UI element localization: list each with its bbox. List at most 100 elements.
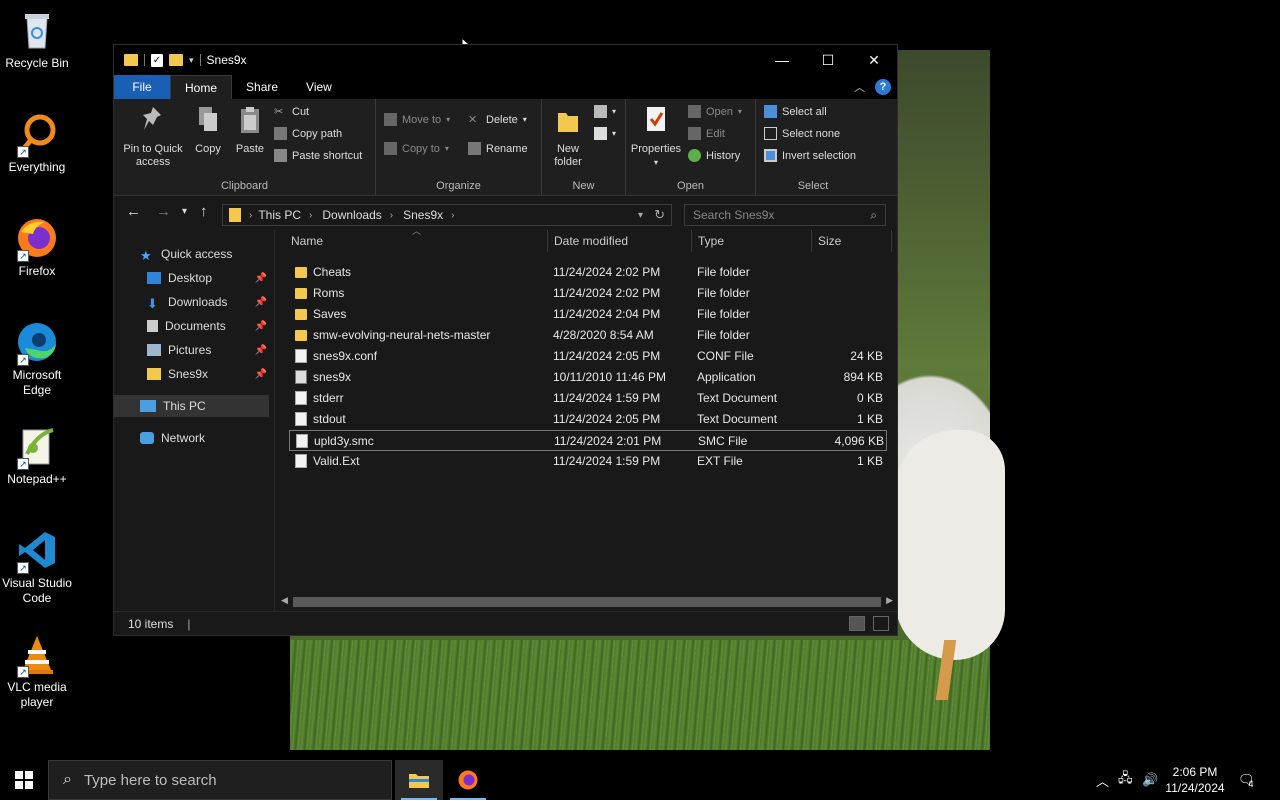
taskbar-file-explorer[interactable]	[395, 760, 443, 800]
tab-share[interactable]: Share	[232, 75, 292, 99]
search-box[interactable]: Search Snes9x ⌕	[684, 204, 886, 226]
history-button[interactable]: History	[688, 149, 740, 162]
breadcrumb-snes9x[interactable]: Snes9x	[403, 208, 443, 222]
pin-icon[interactable]: 📌	[255, 297, 267, 308]
action-center-button[interactable]: 🗨 4	[1238, 760, 1255, 800]
collapse-ribbon-icon[interactable]: ︿	[854, 79, 865, 95]
taskbar-search-box[interactable]: ⌕ Type here to search	[48, 760, 392, 800]
pin-icon[interactable]: 📌	[255, 369, 267, 380]
delete-button[interactable]: ✕ Delete ▾	[468, 113, 527, 127]
invert-selection-button[interactable]: Invert selection	[764, 149, 856, 162]
column-header-date-modified[interactable]: Date modified	[548, 230, 692, 252]
file-explorer-window: ✓ ▾ Snes9x — ☐ ✕ File Home Share View ︿ …	[113, 44, 898, 636]
move-to-button[interactable]: Move to ▾	[384, 113, 450, 126]
nav-network[interactable]: Network	[114, 427, 269, 449]
nav-item-snes9x[interactable]: Snes9x 📌	[114, 363, 269, 385]
new-folder-button[interactable]: New folder	[546, 105, 590, 169]
details-view-button[interactable]	[849, 616, 865, 631]
desktop-icon-notepadpp[interactable]: ↗ Notepad++	[0, 424, 74, 487]
copy-path-button[interactable]: Copy path	[274, 127, 342, 140]
taskbar-clock[interactable]: 2:06 PM 11/24/2024	[1160, 764, 1230, 796]
rename-button[interactable]: Rename	[468, 142, 528, 155]
pin-icon[interactable]: 📌	[255, 321, 267, 332]
new-folder-icon	[558, 113, 578, 132]
horizontal-scrollbar[interactable]: ◀ ▶	[281, 595, 893, 609]
nav-item-desktop[interactable]: Desktop 📌	[114, 267, 269, 289]
breadcrumb-downloads[interactable]: Downloads	[322, 208, 381, 222]
network-tray-icon[interactable]: 🖧	[1118, 760, 1133, 800]
desktop-icon-firefox[interactable]: ↗ Firefox	[0, 216, 74, 279]
select-none-button[interactable]: Select none	[764, 127, 840, 140]
nav-item-documents[interactable]: Documents 📌	[114, 315, 269, 337]
paste-button[interactable]: Paste	[232, 105, 268, 156]
table-row[interactable]: stdout 11/24/2024 2:05 PM Text Document 1 K…	[289, 409, 887, 430]
desktop-icon-vscode[interactable]: ↗ Visual Studio Code	[0, 528, 74, 606]
pin-quick-access-button[interactable]: Pin to Quick access	[120, 105, 186, 169]
close-button[interactable]: ✕	[851, 45, 897, 75]
table-row[interactable]: snes9x.conf 11/24/2024 2:05 PM CONF File 24…	[289, 346, 887, 367]
address-dropdown-icon[interactable]: ▾	[638, 210, 643, 221]
tab-file[interactable]: File	[114, 75, 170, 99]
address-bar[interactable]: › This PC › Downloads › Snes9x › ▾ ↻	[222, 204, 672, 226]
edit-button[interactable]: Edit	[688, 127, 725, 140]
cut-button[interactable]: ✂ Cut	[274, 105, 309, 119]
minimize-button[interactable]: —	[759, 45, 805, 75]
customize-qat-dropdown-icon[interactable]: ▾	[189, 55, 194, 66]
chevron-right-icon[interactable]: ›	[390, 210, 393, 221]
properties-button[interactable]: Properties ▾	[628, 105, 684, 169]
forward-arrow-icon[interactable]: →	[156, 203, 171, 220]
nav-item-pictures[interactable]: Pictures 📌	[114, 339, 269, 361]
column-header-type[interactable]: Type	[692, 230, 812, 252]
scroll-right-icon[interactable]: ▶	[886, 595, 893, 606]
breadcrumb-this-pc[interactable]: This PC	[258, 208, 301, 222]
desktop-icon-vlc[interactable]: ↗ VLC media player	[0, 632, 74, 710]
table-row[interactable]: Valid.Ext 11/24/2024 1:59 PM EXT File 1 KB	[289, 451, 887, 472]
start-button[interactable]	[0, 760, 48, 800]
new-folder-qat-icon[interactable]	[169, 54, 183, 66]
help-icon[interactable]: ?	[875, 79, 891, 95]
column-header-size[interactable]: Size	[812, 230, 892, 252]
table-row[interactable]: Cheats 11/24/2024 2:02 PM File folder	[289, 262, 887, 283]
table-row[interactable]: Roms 11/24/2024 2:02 PM File folder	[289, 283, 887, 304]
show-hidden-icons-button[interactable]: ︿	[1096, 760, 1109, 800]
pin-icon[interactable]: 📌	[255, 345, 267, 356]
chevron-right-icon[interactable]: ›	[249, 210, 252, 221]
nav-item-downloads[interactable]: ⬇ Downloads 📌	[114, 291, 269, 313]
column-header-name[interactable]: Name	[285, 230, 548, 252]
select-all-button[interactable]: Select all	[764, 105, 827, 118]
scroll-left-icon[interactable]: ◀	[281, 595, 288, 606]
taskbar-firefox[interactable]	[444, 760, 492, 800]
desktop-icon-edge[interactable]: ↗ Microsoft Edge	[0, 320, 74, 398]
tab-view[interactable]: View	[292, 75, 346, 99]
pin-icon[interactable]: 📌	[255, 273, 267, 284]
refresh-icon[interactable]: ↻	[654, 207, 665, 223]
easy-access-button[interactable]: ▾	[594, 127, 616, 140]
recent-locations-chevron-icon[interactable]: ▾	[182, 206, 187, 217]
open-button[interactable]: Open ▾	[688, 105, 742, 118]
desktop-icon-recycle-bin[interactable]: Recycle Bin	[0, 8, 74, 71]
paste-shortcut-icon	[274, 149, 287, 162]
table-row[interactable]: snes9x 10/11/2010 11:46 PM Application 894 …	[289, 367, 887, 388]
table-row[interactable]: stderr 11/24/2024 1:59 PM Text Document 0 K…	[289, 388, 887, 409]
desktop-icon-everything[interactable]: ↗ Everything	[0, 112, 74, 175]
chevron-right-icon[interactable]: ›	[309, 210, 312, 221]
paste-shortcut-button[interactable]: Paste shortcut	[274, 149, 362, 162]
scrollbar-thumb[interactable]	[293, 597, 881, 607]
table-row[interactable]: smw-evolving-neural-nets-master 4/28/2020…	[289, 325, 887, 346]
back-arrow-icon[interactable]: ←	[126, 203, 141, 220]
copy-button[interactable]: Copy	[190, 105, 226, 156]
maximize-button[interactable]: ☐	[805, 45, 851, 75]
copy-to-button[interactable]: Copy to ▾	[384, 142, 449, 155]
large-icons-view-button[interactable]	[873, 616, 889, 631]
new-item-button[interactable]: ▾	[594, 105, 616, 118]
chevron-right-icon[interactable]: ›	[451, 210, 454, 221]
properties-qat-icon[interactable]: ✓	[151, 53, 163, 67]
table-row[interactable]: Saves 11/24/2024 2:04 PM File folder	[289, 304, 887, 325]
tab-home[interactable]: Home	[170, 75, 233, 99]
table-row[interactable]: upld3y.smc 11/24/2024 2:01 PM SMC File 4,09…	[289, 430, 887, 451]
nav-quick-access[interactable]: ★ Quick access	[114, 243, 269, 265]
volume-tray-icon[interactable]: 🔊	[1142, 760, 1158, 800]
up-arrow-icon[interactable]: ↑	[200, 203, 208, 220]
title-bar[interactable]: ✓ ▾ Snes9x — ☐ ✕	[114, 45, 897, 75]
nav-this-pc[interactable]: This PC	[114, 395, 269, 417]
